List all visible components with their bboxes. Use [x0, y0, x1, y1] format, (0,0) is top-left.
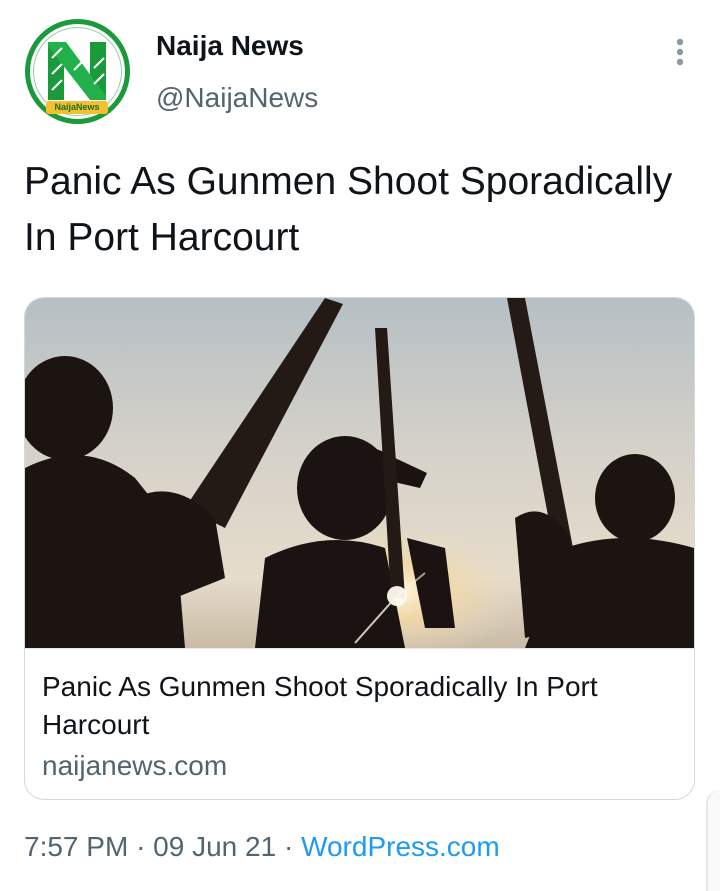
more-options-button[interactable]: [662, 34, 698, 70]
tweet-text: Panic As Gunmen Shoot Sporadically In Po…: [24, 160, 673, 259]
tweet-source-link[interactable]: WordPress.com: [301, 831, 500, 862]
tweet-date[interactable]: 09 Jun 21: [153, 831, 276, 862]
tweet-time[interactable]: 7:57 PM: [24, 831, 128, 862]
card-divider: [25, 648, 694, 649]
avatar[interactable]: NaijaNews: [24, 18, 131, 125]
card-domain: naijanews.com: [42, 750, 228, 781]
adjacent-panel-edge: [706, 790, 720, 891]
card-image[interactable]: [25, 298, 694, 648]
card-title[interactable]: Panic As Gunmen Shoot Sporadically In Po…: [42, 668, 672, 744]
meta-separator: ·: [136, 831, 146, 862]
gunmen-silhouette-photo: [25, 298, 694, 648]
more-vertical-icon: [676, 38, 684, 66]
meta-separator: ·: [283, 831, 294, 862]
tweet-meta: 7:57 PM · 09 Jun 21 · WordPress.com: [24, 831, 500, 863]
link-card[interactable]: Panic As Gunmen Shoot Sporadically In Po…: [24, 297, 695, 800]
display-name[interactable]: Naija News: [156, 30, 304, 62]
tweet: NaijaNews Naija News @NaijaNews Panic As…: [0, 0, 720, 891]
avatar-badge-label: NaijaNews: [54, 102, 100, 112]
user-handle[interactable]: @NaijaNews: [156, 82, 318, 114]
